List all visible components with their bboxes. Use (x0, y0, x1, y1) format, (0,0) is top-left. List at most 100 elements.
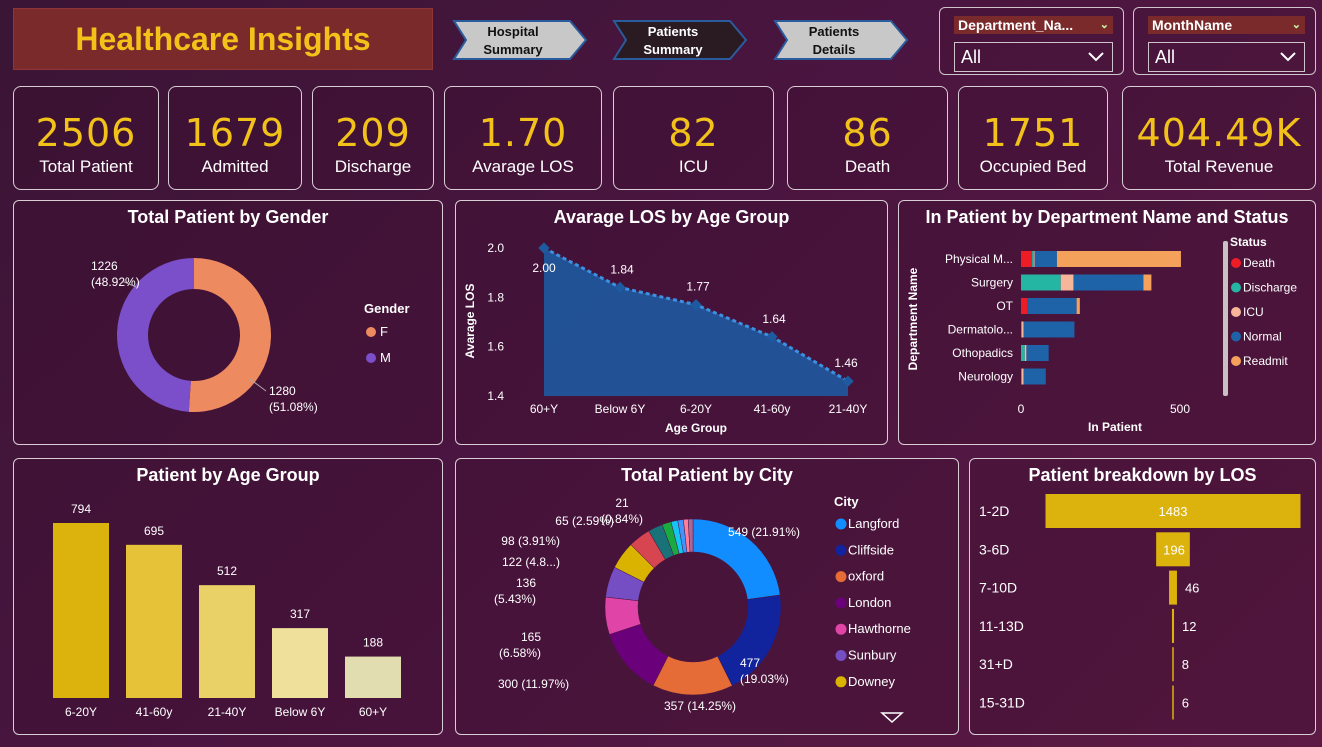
data-label: (51.08%) (269, 400, 318, 414)
chevron-down-icon[interactable]: ⌄ (1100, 16, 1109, 34)
legend-marker (366, 327, 376, 337)
kpi-value: 2506 (35, 111, 137, 155)
legend-marker (835, 650, 847, 661)
funnel-bar (1169, 570, 1177, 605)
data-label: 165 (521, 630, 541, 644)
y-tick-label: Physical M... (945, 252, 1013, 266)
nav-label: Summary (643, 42, 703, 57)
legend-label: Discharge (1243, 281, 1297, 295)
bar (126, 544, 182, 698)
bar-segment-normal (1027, 298, 1077, 314)
age-group-bar-chart[interactable]: 794 6-20Y 695 41-60y 512 21-40Y 317 Below 6Y 188… (14, 459, 444, 736)
bar-segment-icu (1060, 274, 1074, 291)
kpi-death: 86 Death (787, 86, 948, 190)
x-tick-label: 21-40Y (829, 402, 868, 416)
legend-marker (1231, 282, 1241, 293)
los-breakdown-panel: Patient breakdown by LOS 1-2D 1483 3-6D 196… (969, 458, 1316, 735)
month-select[interactable]: All (1148, 42, 1305, 72)
kpi-total-revenue: 404.49K Total Revenue (1122, 86, 1316, 190)
kpi-label: Death (844, 157, 891, 176)
x-axis-label: In Patient (1088, 420, 1142, 434)
data-label: 1226 (91, 259, 118, 273)
x-tick-label: Below 6Y (595, 402, 646, 416)
legend-label: F (380, 324, 388, 339)
kpi-value: 1.70 (478, 111, 568, 155)
data-label: (0.84%) (601, 512, 643, 526)
slicer-label: MonthName (1152, 17, 1233, 33)
data-label: 695 (144, 524, 164, 538)
kpi-value: 82 (668, 111, 719, 155)
bar-segment-death (1021, 298, 1028, 314)
funnel-bar (1172, 647, 1174, 682)
slicer-value: All (1155, 47, 1176, 67)
data-label: 1.64 (762, 312, 786, 326)
kpi-label: Occupied Bed (979, 157, 1087, 176)
legend-title: Status (1230, 235, 1267, 249)
gender-donut-chart[interactable]: 1280 (51.08%) 1226 (48.92%) Gender FM (14, 201, 444, 446)
kpi-average-los: 1.70 Avarage LOS (444, 86, 602, 190)
nav-patients-summary-button[interactable]: Patients Summary (612, 19, 748, 61)
y-tick-label: 1-2D (979, 503, 1009, 519)
legend-title: Gender (364, 301, 410, 316)
legend-label: Sunbury (848, 648, 897, 663)
kpi-label: Total Patient (39, 157, 133, 176)
department-select[interactable]: All (954, 42, 1113, 72)
los-age-area-chart[interactable]: 2.00 1.84 1.77 1.64 1.46 1.4 1.6 1.8 2.0 60+Y Belo… (456, 201, 889, 446)
department-panel: In Patient by Department Name and Status… (898, 200, 1316, 445)
nav-label: Summary (483, 42, 543, 57)
bar-segment-normal (1073, 274, 1144, 291)
data-label: 357 (14.25%) (664, 699, 736, 713)
legend-marker (835, 571, 847, 583)
legend-marker (1231, 307, 1241, 317)
bar-segment-normal (1023, 368, 1046, 385)
nav-hospital-summary-button[interactable]: Hospital Summary (452, 19, 588, 61)
nav-label: Patients (647, 24, 699, 39)
chevron-down-icon[interactable]: ⌄ (1292, 16, 1301, 34)
y-axis-label: Avarage LOS (463, 284, 477, 359)
kpi-label: Admitted (201, 157, 269, 176)
data-label: 8 (1182, 657, 1189, 672)
bar-segment-normal (1034, 251, 1057, 267)
x-tick-label: 21-40Y (208, 705, 247, 719)
nav-label: Details (812, 42, 856, 57)
legend-label: Cliffside (848, 542, 894, 557)
kpi-value: 404.49K (1136, 111, 1302, 155)
data-label: 122 (4.8...) (502, 555, 560, 569)
nav-label: Hospital (487, 24, 539, 39)
city-donut-chart[interactable]: 549 (21.91%) 477 (19.03%) 357 (14.25%) 300 (… (456, 459, 960, 736)
month-slicer: MonthName ⌄ All (1133, 7, 1316, 75)
los-breakdown-funnel-chart[interactable]: 1-2D 1483 3-6D 196 7-10D 46 11-13D 12 31+D 8 15-31… (970, 459, 1317, 736)
data-label: 794 (71, 502, 91, 516)
legend-marker (1231, 356, 1241, 366)
legend-marker (1231, 258, 1241, 268)
slicer-value: All (961, 47, 982, 67)
data-label: 300 (11.97%) (498, 677, 569, 691)
legend-label: M (380, 350, 391, 365)
legend-scrollbar (1223, 241, 1228, 396)
bar-segment-readmit (1143, 274, 1152, 291)
department-status-bar-chart[interactable]: Physical M... Surgery OT Dermatolo... Othopa… (899, 201, 1317, 446)
kpi-label: Discharge (334, 157, 412, 176)
data-label: (5.43%) (494, 592, 536, 606)
x-tick-label: 41-60y (136, 705, 173, 719)
y-tick-label: 3-6D (979, 541, 1009, 557)
data-label: 98 (3.91%) (501, 534, 560, 548)
y-tick-label: Dermatolo... (948, 323, 1013, 337)
bar (345, 656, 401, 698)
dashboard-title: Healthcare Insights (13, 8, 433, 70)
slicer-label: Department_Na... (958, 17, 1074, 33)
data-label: 477 (740, 656, 760, 670)
bar-segment-icu (1024, 345, 1027, 361)
y-tick-label: Othopadics (952, 346, 1013, 360)
data-label: 21 (615, 496, 629, 510)
age-group-panel: Patient by Age Group 794 6-20Y 695 41-60y 51… (13, 458, 443, 735)
nav-patients-details-button[interactable]: Patients Details (773, 19, 909, 61)
data-label: 196 (1163, 542, 1185, 557)
x-tick-label: 60+Y (359, 705, 387, 719)
x-tick-label: 6-20Y (680, 402, 712, 416)
legend-marker (835, 518, 847, 530)
legend-marker (835, 623, 847, 635)
nav-label: Patients (808, 24, 860, 39)
x-tick-label: 0 (1018, 402, 1025, 416)
bar-segment-icu (1021, 321, 1024, 338)
